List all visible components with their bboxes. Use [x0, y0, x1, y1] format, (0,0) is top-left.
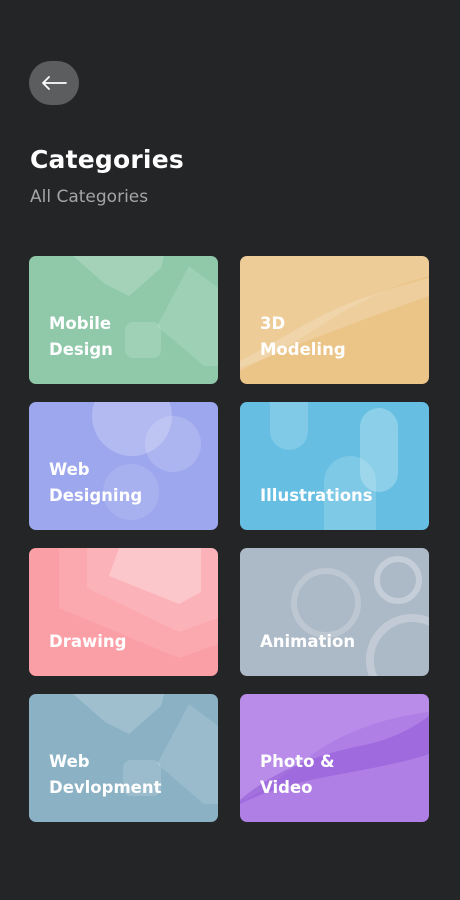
category-card-illustrations[interactable]: Illustrations [240, 402, 429, 530]
category-card-animation[interactable]: Animation [240, 548, 429, 676]
category-label: Mobile Design [49, 314, 113, 359]
page-title: Categories [30, 145, 184, 174]
card-decoration [291, 556, 429, 676]
category-label: Drawing [49, 632, 127, 651]
category-label: Photo & Video [260, 752, 335, 797]
card-decoration [59, 548, 218, 658]
category-label: Web Devlopment [49, 752, 162, 797]
arrow-left-icon [42, 76, 67, 90]
category-grid: Mobile Design 3D Modeling Web Designing … [29, 256, 429, 822]
category-card-web-designing[interactable]: Web Designing [29, 402, 218, 530]
category-label: Web Designing [49, 460, 143, 505]
category-card-drawing[interactable]: Drawing [29, 548, 218, 676]
page-subtitle: All Categories [30, 187, 149, 207]
category-card-web-development[interactable]: Web Devlopment [29, 694, 218, 822]
category-card-mobile-design[interactable]: Mobile Design [29, 256, 218, 384]
card-decoration [270, 402, 398, 530]
category-card-photo-video[interactable]: Photo & Video [240, 694, 429, 822]
category-label: Illustrations [260, 486, 373, 505]
category-label: Animation [260, 632, 356, 651]
category-label: 3D Modeling [260, 314, 346, 359]
category-card-3d-modeling[interactable]: 3D Modeling [240, 256, 429, 384]
back-button[interactable] [29, 61, 79, 105]
